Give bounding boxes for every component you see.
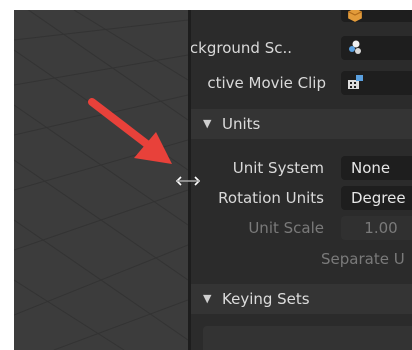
scene-camera-field[interactable] bbox=[341, 10, 412, 22]
unit-system-label: Unit System bbox=[232, 159, 324, 177]
viewport-grid bbox=[14, 10, 188, 350]
unit-scale-value: 1.00 bbox=[364, 219, 398, 237]
unit-system-value: None bbox=[351, 159, 391, 177]
collapse-triangle-icon: ▼ bbox=[203, 292, 212, 305]
collapse-triangle-icon: ▼ bbox=[203, 117, 212, 130]
keying-sets-section-title: Keying Sets bbox=[222, 290, 310, 308]
unit-system-dropdown[interactable]: None bbox=[341, 156, 412, 180]
unit-scale-row: Unit Scale 1.00 bbox=[191, 213, 412, 243]
units-section-title: Units bbox=[222, 115, 261, 133]
properties-panel: Background Sc.. ctive Movie Clip ▼ Units bbox=[191, 10, 412, 350]
scene-objects-icon bbox=[349, 40, 361, 54]
object-cube-icon bbox=[347, 10, 363, 22]
active-movie-clip-row: ctive Movie Clip bbox=[191, 68, 412, 98]
units-section-header[interactable]: ▼ Units bbox=[191, 109, 412, 139]
rotation-units-value: Degree bbox=[351, 189, 406, 207]
background-scene-row: Background Sc.. bbox=[191, 33, 412, 63]
separate-units-checkbox-label[interactable]: Separate U bbox=[321, 248, 405, 270]
movie-clip-icon bbox=[348, 75, 363, 89]
background-scene-label: Background Sc.. bbox=[191, 39, 292, 57]
unit-system-row: Unit System None bbox=[191, 153, 412, 183]
unit-scale-field[interactable]: 1.00 bbox=[341, 216, 412, 240]
resize-cursor-icon bbox=[175, 176, 201, 186]
rotation-units-row: Rotation Units Degree bbox=[191, 183, 412, 213]
annotation-arrow-icon bbox=[88, 98, 172, 164]
keying-sets-section-header[interactable]: ▼ Keying Sets bbox=[191, 284, 412, 314]
background-scene-field[interactable] bbox=[341, 36, 412, 60]
3d-viewport[interactable] bbox=[14, 10, 188, 350]
active-movie-clip-field[interactable] bbox=[341, 71, 412, 95]
rotation-units-label: Rotation Units bbox=[218, 189, 324, 207]
active-movie-clip-label: ctive Movie Clip bbox=[207, 74, 326, 92]
keying-sets-list[interactable] bbox=[203, 326, 412, 350]
rotation-units-dropdown[interactable]: Degree bbox=[341, 186, 412, 210]
unit-scale-label: Unit Scale bbox=[248, 219, 324, 237]
